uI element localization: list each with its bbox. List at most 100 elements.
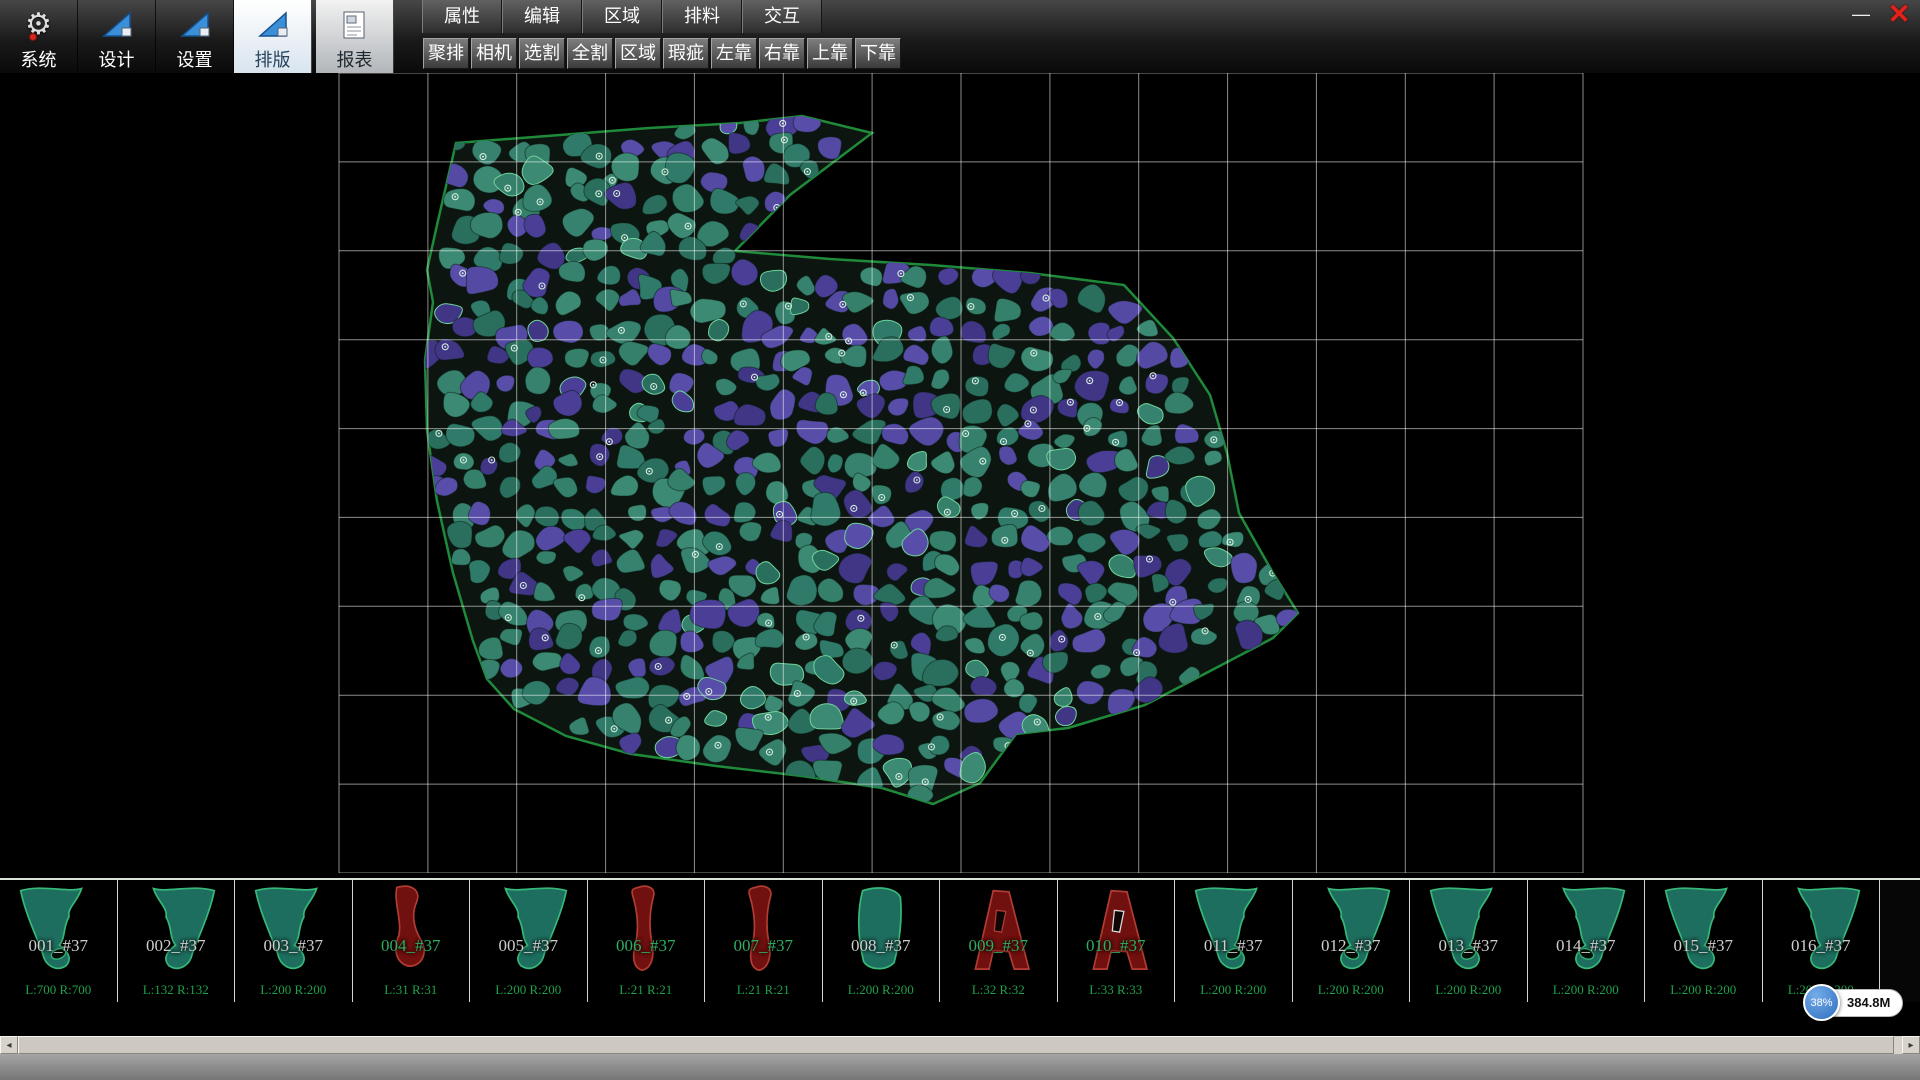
part-thumbnail <box>1534 882 1639 980</box>
tool-button-cut-all[interactable]: 全割 <box>567 38 613 69</box>
mode-button-report[interactable]: 报表 <box>316 0 394 73</box>
tool-button-camera[interactable]: 相机 <box>471 38 517 69</box>
part-id-label: 001_#37 <box>0 936 117 956</box>
part-lr-label: L:700 R:700 <box>0 982 117 998</box>
tool-button-align-bottom[interactable]: 下靠 <box>855 38 901 69</box>
part-cell[interactable]: 013_#37 L:200 R:200 <box>1410 880 1528 1002</box>
part-lr-label: L:200 R:200 <box>235 982 352 998</box>
menu-tab-region[interactable]: 区域 <box>582 0 662 33</box>
minimize-button[interactable]: — <box>1846 0 1876 28</box>
part-lr-label: L:31 R:31 <box>353 982 470 998</box>
part-id-label: 016_#37 <box>1763 936 1880 956</box>
menu-tab-nesting[interactable]: 排料 <box>662 0 742 33</box>
tool-button-region[interactable]: 区域 <box>615 38 661 69</box>
part-lr-label: L:200 R:200 <box>470 982 587 998</box>
triangle-ruler-icon <box>100 6 134 44</box>
part-id-label: 014_#37 <box>1528 936 1645 956</box>
part-lr-label: L:132 R:132 <box>118 982 235 998</box>
mode-button-system[interactable]: ⚙ 系统 <box>0 0 78 73</box>
tool-button-cluster-nest[interactable]: 聚排 <box>423 38 469 69</box>
part-id-label: 009_#37 <box>940 936 1057 956</box>
part-id-label: 007_#37 <box>705 936 822 956</box>
tool-button-defect[interactable]: 瑕疵 <box>663 38 709 69</box>
menu-tab-properties[interactable]: 属性 <box>422 0 502 33</box>
part-cell[interactable]: 001_#37 L:700 R:700 <box>0 880 118 1002</box>
part-lr-label: L:200 R:200 <box>1528 982 1645 998</box>
window-controls: — ✕ <box>1846 0 1914 28</box>
part-lr-label: L:200 R:200 <box>1410 982 1527 998</box>
part-id-label: 011_#37 <box>1175 936 1292 956</box>
part-id-label: 015_#37 <box>1645 936 1762 956</box>
close-button[interactable]: ✕ <box>1884 0 1914 28</box>
scroll-thumb[interactable] <box>18 1036 1894 1054</box>
part-lr-label: L:200 R:200 <box>1293 982 1410 998</box>
tool-row: 聚排 相机 选割 全割 区域 瑕疵 左靠 右靠 上靠 下靠 <box>422 33 902 73</box>
mode-button-nesting[interactable]: 排版 <box>234 0 312 73</box>
part-cell[interactable]: 014_#37 L:200 R:200 <box>1528 880 1646 1002</box>
parts-strip: 001_#37 L:700 R:700 002_#37 L:132 R:132003_… <box>0 878 1920 1002</box>
part-thumbnail <box>1651 882 1756 980</box>
part-thumbnail <box>829 882 934 980</box>
mode-label-settings: 设置 <box>177 46 213 72</box>
part-cell[interactable]: 002_#37 L:132 R:132 <box>118 880 236 1002</box>
scroll-right-arrow[interactable]: ▸ <box>1902 1036 1920 1054</box>
part-cell[interactable]: 007_#37 L:21 R:21 <box>705 880 823 1002</box>
part-lr-label: L:21 R:21 <box>705 982 822 998</box>
memory-badge: 38% 384.8M <box>1803 984 1903 1021</box>
part-thumbnail <box>1416 882 1521 980</box>
h-scrollbar[interactable]: ◂ ▸ <box>0 1036 1920 1054</box>
menu-tabs: 属性 编辑 区域 排料 交互 <box>422 0 822 33</box>
tool-button-align-left[interactable]: 左靠 <box>711 38 757 69</box>
part-cell[interactable]: 006_#37L:21 R:21 <box>588 880 706 1002</box>
part-cell[interactable]: 015_#37 L:200 R:200 <box>1645 880 1763 1002</box>
menu-tab-edit[interactable]: 编辑 <box>502 0 582 33</box>
mode-button-settings[interactable]: 设置 <box>156 0 234 73</box>
triangle-ruler-icon <box>256 6 290 44</box>
part-id-label: 010_#37 <box>1058 936 1175 956</box>
memory-percent-badge: 38% <box>1803 984 1840 1021</box>
scroll-left-arrow[interactable]: ◂ <box>0 1036 18 1054</box>
part-thumbnail <box>1064 882 1169 980</box>
part-lr-label: L:21 R:21 <box>588 982 705 998</box>
part-thumbnail <box>476 882 581 980</box>
part-lr-label: L:200 R:200 <box>1645 982 1762 998</box>
tool-button-align-right[interactable]: 右靠 <box>759 38 805 69</box>
part-cell[interactable]: 011_#37 L:200 R:200 <box>1175 880 1293 1002</box>
part-cell[interactable]: 003_#37L:200 R:200 <box>235 880 353 1002</box>
part-id-label: 012_#37 <box>1293 936 1410 956</box>
part-cell[interactable]: 010_#37 L:33 R:33 <box>1058 880 1176 1002</box>
part-id-label: 005_#37 <box>470 936 587 956</box>
mode-button-design[interactable]: 设计 <box>78 0 156 73</box>
menu-tab-interact[interactable]: 交互 <box>742 0 822 33</box>
part-lr-label: L:200 R:200 <box>1175 982 1292 998</box>
nesting-svg <box>0 73 1920 873</box>
part-id-label: 002_#37 <box>118 936 235 956</box>
report-icon <box>340 6 370 44</box>
part-id-label: 004_#37 <box>353 936 470 956</box>
mode-buttons: ⚙ 系统 设计 设置 排版 报表 <box>0 0 394 73</box>
part-thumbnail <box>6 882 111 980</box>
part-id-label: 013_#37 <box>1410 936 1527 956</box>
part-cell[interactable]: 012_#37 L:200 R:200 <box>1293 880 1411 1002</box>
mode-label-report: 报表 <box>337 46 373 72</box>
part-cell[interactable]: 008_#37 L:200 R:200 <box>823 880 941 1002</box>
part-lr-label: L:32 R:32 <box>940 982 1057 998</box>
mode-label-nesting: 排版 <box>255 46 291 72</box>
part-thumbnail <box>124 882 229 980</box>
part-thumbnail <box>946 882 1051 980</box>
part-thumbnail <box>1181 882 1286 980</box>
gear-icon: ⚙ <box>25 6 52 44</box>
status-bar <box>0 1054 1920 1080</box>
part-cell[interactable]: 005_#37 L:200 R:200 <box>470 880 588 1002</box>
part-thumbnail <box>711 882 816 980</box>
tool-button-align-top[interactable]: 上靠 <box>807 38 853 69</box>
part-lr-label: L:200 R:200 <box>823 982 940 998</box>
part-lr-label: L:33 R:33 <box>1058 982 1175 998</box>
mode-label-design: 设计 <box>99 46 135 72</box>
tool-button-select-cut[interactable]: 选割 <box>519 38 565 69</box>
part-cell[interactable]: 004_#37 L:31 R:31 <box>353 880 471 1002</box>
part-id-label: 008_#37 <box>823 936 940 956</box>
part-cell[interactable]: 009_#37 L:32 R:32 <box>940 880 1058 1002</box>
part-thumbnail <box>1299 882 1404 980</box>
nesting-canvas[interactable] <box>0 73 1920 873</box>
